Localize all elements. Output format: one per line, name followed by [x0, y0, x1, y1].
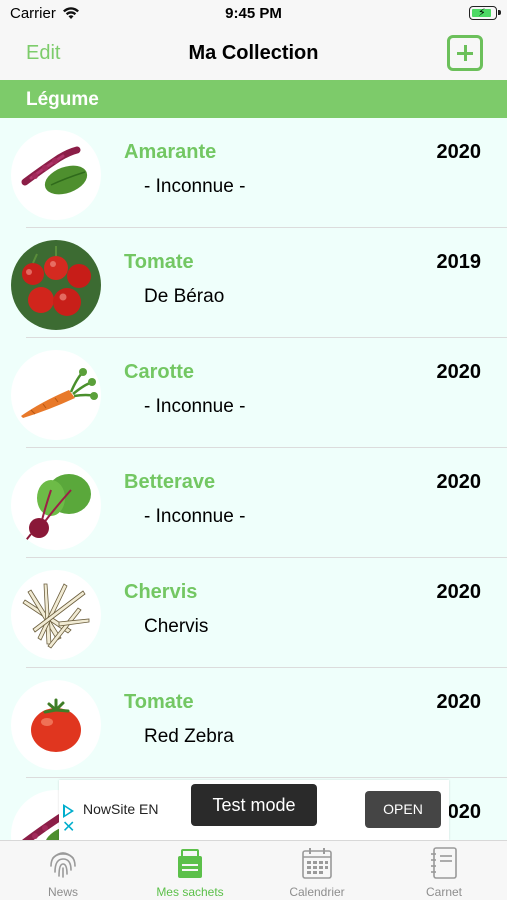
- collection-list[interactable]: Amarante - Inconnue - 2020 Tomate De Bér…: [0, 118, 507, 840]
- item-variety: Red Zebra: [144, 726, 234, 747]
- item-year: 2020: [436, 361, 482, 383]
- list-item[interactable]: Carotte - Inconnue - 2020: [0, 338, 507, 448]
- tab-label: Carnet: [425, 885, 463, 899]
- tomato-bunch-image: [11, 240, 101, 330]
- calendar-icon: [302, 848, 332, 879]
- page-title: Ma Collection: [188, 42, 319, 64]
- tab-label: Mes sachets: [156, 885, 224, 899]
- tab-carnet[interactable]: Carnet: [381, 841, 507, 900]
- item-year: 2020: [436, 141, 482, 163]
- tab-bar: News Mes sachets Calendrier Carnet: [0, 840, 507, 900]
- item-variety: De Bérao: [144, 286, 225, 307]
- item-name: Tomate: [124, 251, 194, 273]
- tab-news[interactable]: News: [0, 841, 126, 900]
- item-variety: Chervis: [144, 616, 209, 637]
- item-name: Betterave: [124, 471, 216, 493]
- item-name: Tomate: [124, 691, 194, 713]
- item-variety: - Inconnue -: [144, 176, 246, 197]
- tab-calendrier[interactable]: Calendrier: [254, 841, 380, 900]
- item-name: Carotte: [124, 361, 195, 383]
- tab-label: News: [47, 885, 78, 899]
- ad-title: NowSite EN: [83, 801, 159, 817]
- tab-label: Calendrier: [289, 885, 345, 899]
- section-title: Légume: [26, 89, 99, 110]
- status-bar: Carrier 9:45 PM ⚡: [0, 0, 507, 30]
- item-year: 2020: [436, 581, 482, 603]
- list-item[interactable]: Chervis Chervis 2020: [0, 558, 507, 668]
- tomato-image: [11, 680, 101, 770]
- item-name: Chervis: [124, 581, 198, 603]
- item-year: 2019: [436, 251, 482, 273]
- add-icon[interactable]: [447, 35, 483, 71]
- tab-mes-sachets[interactable]: Mes sachets: [127, 841, 253, 900]
- item-year: 2020: [436, 691, 482, 713]
- ad-choices-icon[interactable]: [63, 804, 74, 818]
- ad-open-button[interactable]: OPEN: [365, 791, 441, 828]
- notebook-icon: [431, 847, 457, 879]
- navigation-bar: Edit Ma Collection: [0, 30, 507, 80]
- item-variety: - Inconnue -: [144, 396, 246, 417]
- fingerprint-icon: [50, 852, 76, 878]
- seed-packet-icon: [178, 849, 202, 878]
- battery-icon: ⚡: [469, 6, 501, 20]
- test-mode-badge: Test mode: [191, 784, 317, 826]
- amaranth-image: [11, 130, 101, 220]
- skirret-roots-image: [11, 570, 101, 660]
- list-item[interactable]: Betterave - Inconnue - 2020: [0, 448, 507, 558]
- item-name: Amarante: [124, 141, 217, 163]
- list-item[interactable]: Tomate Red Zebra 2020: [0, 668, 507, 778]
- list-item[interactable]: Amarante - Inconnue - 2020: [0, 118, 507, 228]
- close-icon[interactable]: ✕: [62, 820, 75, 836]
- item-year: 2020: [436, 471, 482, 493]
- carrot-image: [11, 350, 101, 440]
- section-header: Légume: [0, 80, 507, 118]
- item-variety: - Inconnue -: [144, 506, 246, 527]
- beetroot-image: [11, 460, 101, 550]
- list-item[interactable]: Tomate De Bérao 2019: [0, 228, 507, 338]
- clock: 9:45 PM: [225, 5, 282, 22]
